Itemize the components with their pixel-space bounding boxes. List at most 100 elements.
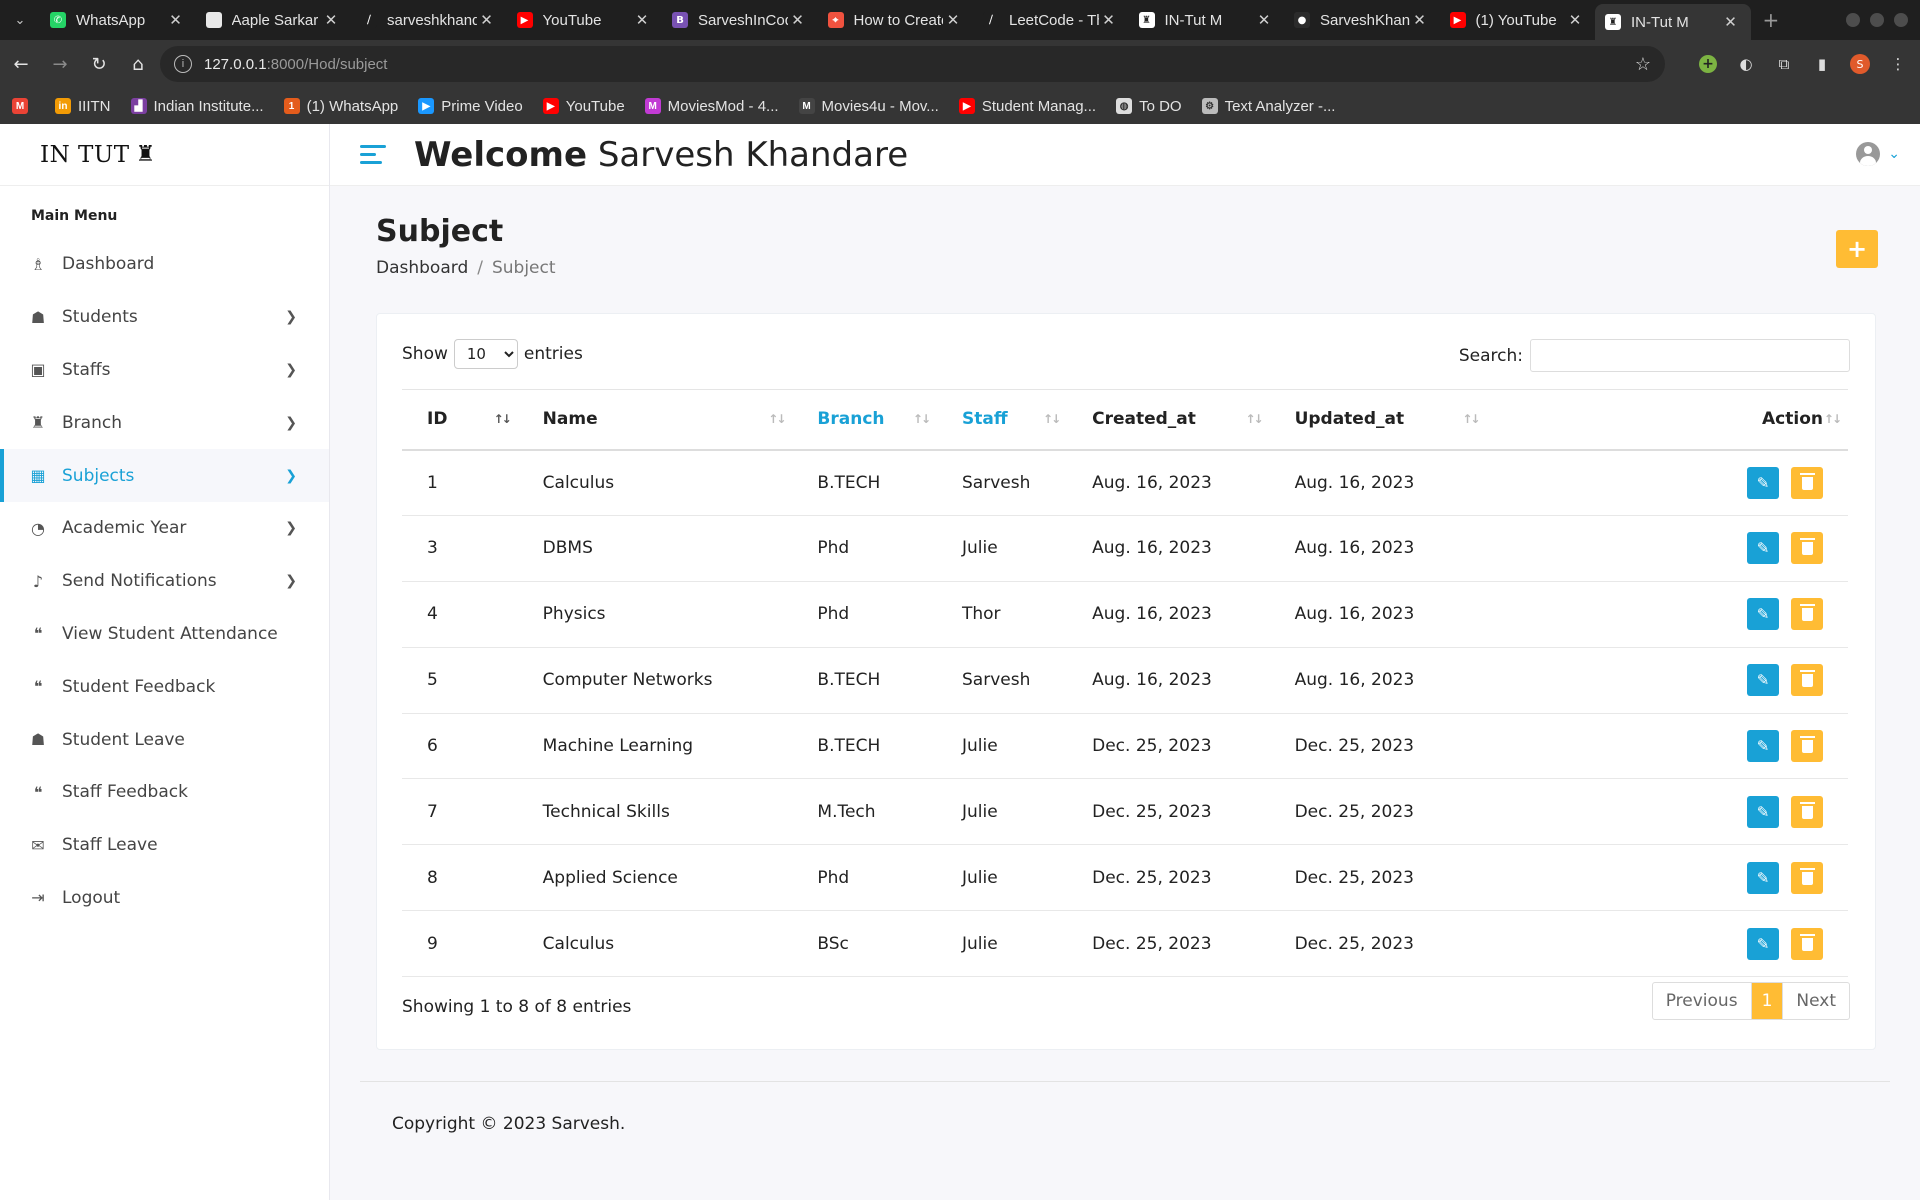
browser-tab[interactable]: ♜ IN-Tut M ✕	[1129, 0, 1285, 40]
bookmark-item[interactable]: in IIITN	[55, 98, 111, 115]
minimize-button[interactable]	[1846, 13, 1860, 27]
reload-icon[interactable]: ↻	[81, 46, 117, 82]
sort-arrows-icon[interactable]: ↑↓	[768, 412, 786, 426]
delete-button[interactable]	[1791, 598, 1823, 631]
edit-button[interactable]: ✎	[1747, 795, 1779, 828]
edit-button[interactable]: ✎	[1747, 927, 1779, 960]
menu-toggle-icon[interactable]	[360, 145, 386, 164]
delete-button[interactable]	[1791, 466, 1823, 499]
forward-icon[interactable]: →	[42, 46, 78, 82]
browser-tab[interactable]: ♜ IN-Tut M ✕	[1595, 4, 1751, 40]
new-tab-icon[interactable]: +	[1763, 8, 1780, 32]
browser-tab[interactable]: ⧸ LeetCode - The✕	[973, 0, 1129, 40]
close-tab-icon[interactable]: ✕	[1254, 11, 1274, 29]
column-header-updated-at[interactable]: Updated_at ↑↓	[1269, 389, 1487, 451]
sort-arrows-icon[interactable]: ↑↓	[494, 412, 512, 426]
extension-dark-icon[interactable]: ◐	[1734, 52, 1758, 76]
sidebar-item-subjects[interactable]: ▦ Subjects ❯	[0, 449, 329, 502]
sort-arrows-icon[interactable]: ↑↓	[1043, 412, 1061, 426]
edit-button[interactable]: ✎	[1747, 664, 1779, 697]
address-bar[interactable]: i 127.0.0.1:8000/Hod/subject ☆	[160, 46, 1665, 82]
side-panel-icon[interactable]: ▮	[1810, 52, 1834, 76]
bookmark-item[interactable]: ▟ Indian Institute...	[130, 98, 264, 115]
sort-arrows-icon[interactable]: ↑↓	[1824, 412, 1842, 426]
bookmark-item[interactable]: ◍ To DO	[1116, 98, 1182, 115]
close-window-button[interactable]	[1894, 13, 1908, 27]
edit-button[interactable]: ✎	[1747, 466, 1779, 499]
column-header-name[interactable]: Name ↑↓	[517, 389, 793, 451]
delete-button[interactable]	[1791, 861, 1823, 894]
column-header-staff[interactable]: Staff ↑↓	[937, 389, 1068, 451]
bookmark-item[interactable]: ▶ Student Manag...	[958, 98, 1096, 115]
edit-button[interactable]: ✎	[1747, 861, 1779, 894]
bookmark-item[interactable]: M Movies4u - Mov...	[798, 98, 939, 115]
user-menu[interactable]: ⌄	[1856, 142, 1900, 166]
page-length-select[interactable]: 10	[453, 339, 518, 369]
bookmark-item[interactable]: ⚙ Text Analyzer -...	[1201, 98, 1335, 115]
sidebar-item-staff-feedback[interactable]: ❝ Staff Feedback	[0, 766, 329, 819]
sidebar-item-staff-leave[interactable]: ✉ Staff Leave	[0, 819, 329, 872]
pagination-next[interactable]: Next	[1782, 983, 1849, 1019]
sidebar-item-students[interactable]: ☗ Students ❯	[0, 291, 329, 344]
column-header-branch[interactable]: Branch ↑↓	[792, 389, 937, 451]
maximize-button[interactable]	[1870, 13, 1884, 27]
sidebar-item-student-leave[interactable]: ☗ Student Leave	[0, 713, 329, 766]
delete-button[interactable]	[1791, 795, 1823, 828]
user-avatar-icon[interactable]	[1856, 142, 1881, 166]
back-icon[interactable]: ←	[3, 46, 39, 82]
column-header-id[interactable]: ID ↑↓	[402, 389, 518, 451]
column-header-created-at[interactable]: Created_at ↑↓	[1067, 389, 1270, 451]
sidebar-item-academic-year[interactable]: ◔ Academic Year ❯	[0, 502, 329, 555]
profile-avatar[interactable]: S	[1848, 52, 1872, 76]
browser-tab[interactable]: ⧸ sarveshkhandare✕	[351, 0, 507, 40]
bookmark-item[interactable]: 1 (1) WhatsApp	[283, 98, 398, 115]
app-logo[interactable]: IN TUT ♜	[0, 124, 329, 186]
extensions-puzzle-icon[interactable]: ⧉	[1772, 52, 1796, 76]
close-tab-icon[interactable]: ✕	[1099, 11, 1119, 29]
edit-button[interactable]: ✎	[1747, 730, 1779, 762]
extension-icon[interactable]: +	[1696, 52, 1720, 76]
bookmark-item[interactable]: M	[12, 98, 35, 114]
edit-button[interactable]: ✎	[1747, 532, 1779, 565]
pagination-previous[interactable]: Previous	[1653, 983, 1752, 1019]
close-tab-icon[interactable]: ✕	[166, 11, 186, 29]
close-tab-icon[interactable]: ✕	[1410, 11, 1430, 29]
breadcrumb-dashboard[interactable]: Dashboard	[376, 258, 468, 278]
close-tab-icon[interactable]: ✕	[321, 11, 341, 29]
close-tab-icon[interactable]: ✕	[1721, 13, 1741, 31]
home-icon[interactable]: ⌂	[120, 46, 156, 82]
bookmark-item[interactable]: ▶ Prime Video	[418, 98, 523, 115]
sidebar-item-student-feedback[interactable]: ❝ Student Feedback	[0, 660, 329, 713]
browser-tab[interactable]: ⌖ How to Create ✕	[818, 0, 974, 40]
browser-tab[interactable]: ▶ YouTube ✕	[507, 0, 663, 40]
column-header-action[interactable]: Action ↑↓	[1486, 389, 1848, 451]
edit-button[interactable]: ✎	[1747, 598, 1779, 631]
sidebar-item-branch[interactable]: ♜ Branch ❯	[0, 396, 329, 449]
bookmark-item[interactable]: ▶ YouTube	[542, 98, 625, 115]
search-input[interactable]	[1530, 339, 1850, 372]
sidebar-item-dashboard[interactable]: ♗ Dashboard	[0, 238, 329, 291]
browser-tab[interactable]: ✆ WhatsApp ✕	[40, 0, 196, 40]
bookmark-item[interactable]: M MoviesMod - 4...	[644, 98, 779, 115]
more-menu-icon[interactable]: ⋮	[1886, 52, 1910, 76]
site-info-icon[interactable]: i	[174, 55, 192, 73]
delete-button[interactable]	[1791, 664, 1823, 697]
sort-arrows-icon[interactable]: ↑↓	[1462, 412, 1480, 426]
sidebar-item-staffs[interactable]: ▣ Staffs ❯	[0, 344, 329, 397]
close-tab-icon[interactable]: ✕	[477, 11, 497, 29]
bookmark-star-icon[interactable]: ☆	[1635, 54, 1651, 75]
delete-button[interactable]	[1791, 730, 1823, 762]
browser-tab[interactable]: ● SarveshKhandare✕	[1284, 0, 1440, 40]
browser-tab[interactable]: ▶ (1) YouTube ✕	[1440, 0, 1596, 40]
browser-tab[interactable]: Aaple Sarkar ✕	[196, 0, 352, 40]
delete-button[interactable]	[1791, 532, 1823, 565]
add-subject-button[interactable]: +	[1836, 230, 1878, 268]
sort-arrows-icon[interactable]: ↑↓	[913, 412, 931, 426]
sidebar-item-logout[interactable]: ⇥ Logout	[0, 872, 329, 925]
tab-search-icon[interactable]: ⌄	[0, 0, 40, 40]
close-tab-icon[interactable]: ✕	[1565, 11, 1585, 29]
pagination-page[interactable]: 1	[1751, 983, 1783, 1019]
delete-button[interactable]	[1791, 927, 1823, 960]
close-tab-icon[interactable]: ✕	[788, 11, 808, 29]
browser-tab[interactable]: B SarveshInCode✕	[662, 0, 818, 40]
